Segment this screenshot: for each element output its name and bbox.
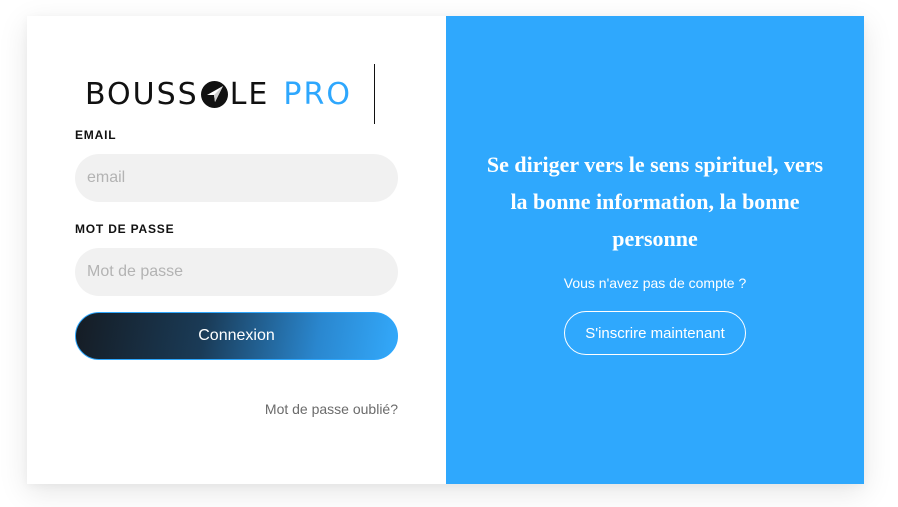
- no-account-text: Vous n'avez pas de compte ?: [563, 275, 747, 291]
- login-panel: BOUSS LE PRO EMAIL MOT DE PASSE Connexio…: [27, 16, 446, 484]
- signup-panel: Se diriger vers le sens spirituel, vers …: [446, 16, 864, 484]
- logo-divider: [374, 64, 375, 124]
- login-card: BOUSS LE PRO EMAIL MOT DE PASSE Connexio…: [27, 16, 864, 484]
- compass-icon: [200, 80, 228, 108]
- logo-text-accent: PRO: [283, 76, 352, 112]
- email-label: EMAIL: [75, 128, 117, 142]
- password-label: MOT DE PASSE: [75, 222, 175, 236]
- brand-logo: BOUSS LE PRO: [85, 64, 375, 124]
- forgot-password-link[interactable]: Mot de passe oublié?: [265, 401, 398, 417]
- login-button[interactable]: Connexion: [75, 312, 398, 360]
- password-field[interactable]: [75, 248, 398, 296]
- signup-button[interactable]: S'inscrire maintenant: [564, 311, 746, 355]
- logo-text-part1: BOUSS: [85, 76, 199, 112]
- logo-text-part2: LE: [229, 76, 270, 112]
- tagline: Se diriger vers le sens spirituel, vers …: [486, 152, 824, 251]
- email-field[interactable]: [75, 154, 398, 202]
